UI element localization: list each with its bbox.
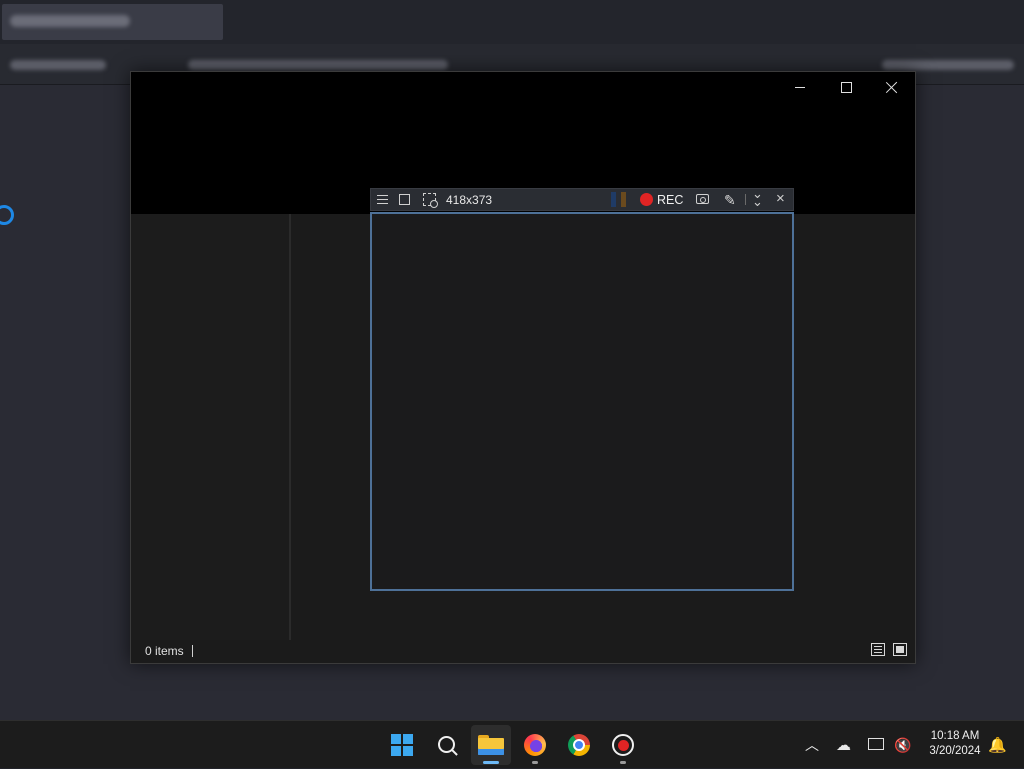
close-capture-icon[interactable]: × (776, 190, 785, 207)
taskbar-firefox[interactable] (515, 725, 555, 765)
taskbar-screen-recorder[interactable] (603, 725, 643, 765)
taskbar: ︿ ☁ 🔇 10:18 AM 3/20/2024 🔔 (0, 720, 1024, 768)
toolbar-separator (745, 194, 746, 205)
status-separator (192, 645, 193, 657)
clock-time: 10:18 AM (930, 730, 980, 742)
firefox-icon (524, 734, 546, 756)
details-view-button[interactable] (871, 643, 885, 656)
select-region-icon[interactable] (399, 194, 410, 205)
chrome-icon (568, 734, 590, 756)
running-indicator (620, 761, 626, 764)
menu-icon[interactable] (377, 195, 388, 205)
status-bar: 0 items (131, 640, 915, 663)
maximize-icon (840, 81, 852, 93)
capture-size: 418x373 (446, 193, 493, 207)
capture-region-frame[interactable] (370, 212, 794, 591)
running-indicator (532, 761, 538, 764)
volume-muted-icon[interactable]: 🔇 (894, 721, 911, 769)
search-button[interactable] (427, 725, 467, 765)
taskbar-chrome[interactable] (559, 725, 599, 765)
double-chevron-down-icon[interactable]: ⌄ ⌄ (752, 187, 763, 208)
cloud-offline-icon[interactable]: ☁ (836, 721, 851, 769)
record-button[interactable]: REC (657, 193, 683, 207)
windows-logo-icon (391, 734, 413, 756)
network-icon[interactable] (868, 738, 884, 750)
camera-icon[interactable] (696, 194, 709, 204)
region-zoom-icon[interactable] (423, 193, 438, 208)
background-app-top (0, 0, 1024, 44)
background-tab (2, 4, 223, 40)
start-button[interactable] (382, 725, 422, 765)
active-indicator (483, 761, 499, 764)
show-hidden-icons-chevron-icon[interactable]: ︿ (805, 721, 819, 769)
notification-bell-icon[interactable]: 🔔 (988, 736, 1007, 754)
clock-date: 3/20/2024 (929, 745, 981, 757)
color-swatch-orange[interactable] (621, 192, 626, 207)
record-dot-icon[interactable] (640, 193, 653, 206)
pencil-icon[interactable]: ✎ (724, 192, 736, 209)
color-swatch-blue[interactable] (611, 192, 616, 207)
maximize-button[interactable] (823, 72, 869, 102)
close-icon (886, 81, 898, 93)
close-window-button[interactable] (869, 72, 915, 102)
system-clock[interactable]: 10:18 AM 3/20/2024 (918, 729, 992, 759)
large-icons-view-button[interactable] (893, 643, 907, 656)
minimize-button[interactable] (777, 72, 823, 102)
screen-recorder-icon (612, 734, 634, 756)
minimize-icon (795, 86, 805, 88)
taskbar-file-explorer[interactable] (471, 725, 511, 765)
search-icon (438, 736, 456, 754)
item-count: 0 items (145, 644, 184, 658)
navigation-pane[interactable] (131, 214, 291, 640)
file-explorer-icon (478, 735, 504, 755)
capture-toolbar: 418x373 REC ✎ ⌄ ⌄ × (370, 187, 794, 211)
